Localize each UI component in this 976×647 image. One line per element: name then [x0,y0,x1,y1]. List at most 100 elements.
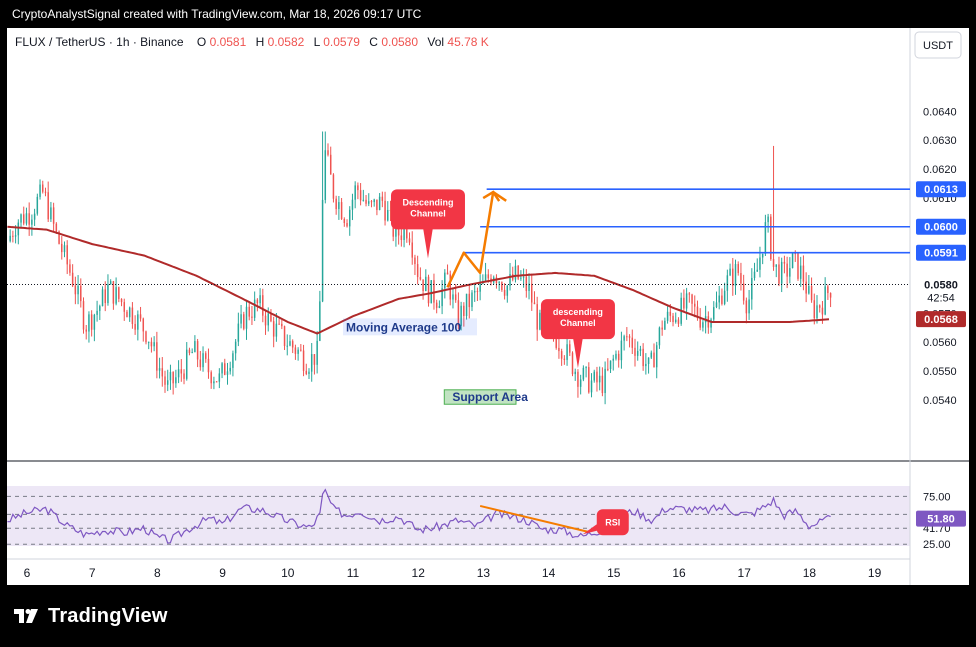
candle-body [368,201,370,204]
candle-body [745,300,748,314]
symbol-name: FLUX / TetherUS · 1h · Binance [15,35,184,49]
candle-body [316,340,318,365]
candle-body [267,313,269,326]
candle-body [446,272,449,275]
time-axis-tick: 15 [607,566,621,580]
candle-body [234,341,237,354]
rsi-axis-tick: 25.00 [923,539,951,551]
candle-body [571,352,574,375]
candle-body [210,372,212,384]
candle-body [99,306,101,311]
candle-body [145,331,147,343]
candle-body [47,192,49,220]
candle-body [713,307,715,320]
tradingview-logo-icon [14,609,38,623]
time-axis-tick: 13 [477,566,491,580]
candle-body [517,265,519,279]
candle-body [343,219,346,224]
candle-body [202,353,204,368]
candle-body [617,353,620,361]
candle-body [620,340,623,361]
candle-body [691,294,693,304]
candle-body [650,352,653,358]
candle-body [810,286,813,301]
candle-body [694,303,696,307]
candle-body [226,371,229,375]
low-value: 0.0579 [323,35,360,49]
candle-body [126,311,128,318]
candle-body [131,307,134,324]
open-label: O [197,35,206,49]
candle-body [612,358,615,361]
candle-body [465,293,468,316]
candle-body [732,268,734,286]
candle-body [370,201,373,203]
candle-body [164,376,166,385]
candle-body [107,284,109,304]
candle-body [579,379,582,387]
callout-text: Channel [410,208,446,218]
candle-body [169,372,172,381]
candle-body [688,293,691,295]
candle-body [435,302,438,308]
candle-body [93,314,96,330]
candle-body [259,295,261,304]
candle-body [408,238,411,243]
low-label: L [314,35,321,49]
candle-body [215,381,218,383]
candle-body [283,326,286,346]
candle-body [753,271,756,278]
candle-body [634,347,636,356]
candle-body [362,199,365,201]
candle-body [221,363,223,374]
candle-body [601,375,604,394]
candle-body [66,245,68,265]
level-badge-text: 0.0600 [924,222,958,234]
chart-panel[interactable]: FLUX / TetherUS · 1h · Binance O 0.0581 … [7,28,969,585]
candle-body [50,207,52,220]
candle-body [623,336,625,341]
candle-body [188,349,191,353]
volume-label: Vol [427,35,444,49]
candle-body [253,299,256,318]
candle-body [721,295,723,304]
candle-body [109,281,112,285]
time-axis-tick: 18 [803,566,817,580]
time-axis-tick: 14 [542,566,556,580]
candle-body [248,306,250,317]
callout-text: descending [553,307,603,317]
candle-body [115,287,117,304]
candle-body [17,222,20,236]
candle-body [577,371,579,387]
candle-body [96,310,98,315]
candle-body [142,318,145,332]
candle-body [799,265,802,279]
candle-body [25,213,28,224]
candle-body [384,200,386,221]
price-chart-svg[interactable]: FLUX / TetherUS · 1h · Binance O 0.0581 … [7,28,969,585]
candle-body [243,314,245,329]
moving-average-label: Moving Average 100 [346,320,461,334]
candle-body [473,290,476,293]
candle-body [609,360,612,370]
candle-body [674,319,677,323]
candle-body [425,276,427,292]
candle-body [531,283,533,303]
candle-body [39,184,41,197]
candle-body [563,358,566,360]
candle-body [536,304,538,330]
time-axis-tick: 12 [412,566,426,580]
candle-body [759,257,761,270]
candle-body [305,370,308,374]
candle-body [158,368,161,371]
candle-body [786,263,788,277]
candle-body [346,223,348,227]
candle-body [400,235,403,241]
candle-body [289,341,291,346]
publisher-caption: CryptoAnalystSignal created with Trading… [12,7,422,21]
candle-body [664,320,666,330]
candle-body [313,354,316,365]
candle-body [802,265,805,282]
candle-body [734,264,737,286]
candle-body [161,368,164,377]
